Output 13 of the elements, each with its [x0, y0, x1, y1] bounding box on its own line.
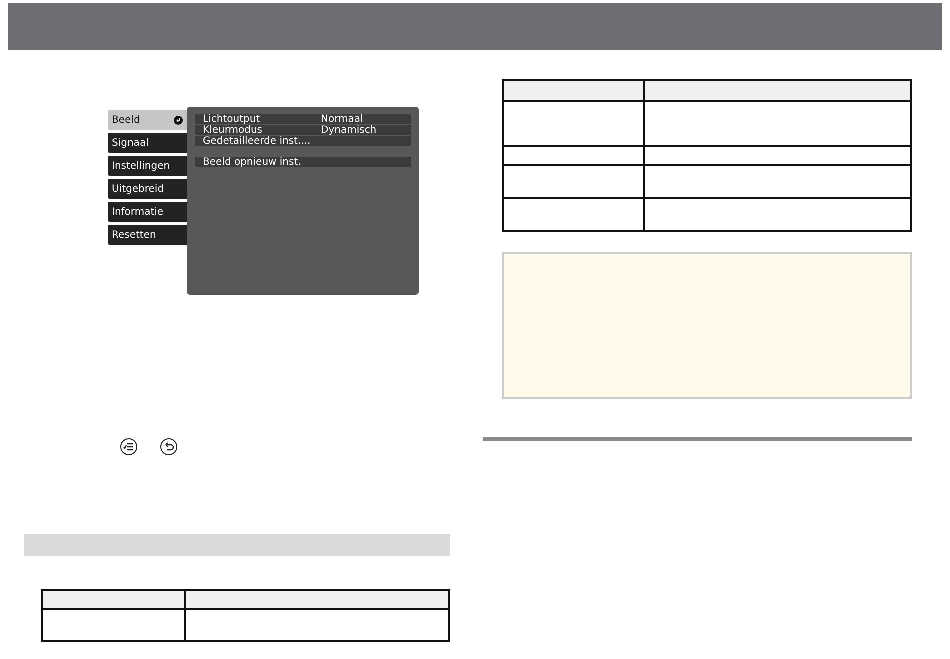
back-icon	[160, 438, 178, 456]
menu-item[interactable]: Kleurmodus Dynamisch	[195, 125, 411, 136]
menu-icon	[120, 438, 138, 456]
menu-tab[interactable]: Informatie	[108, 202, 187, 222]
menu-tab[interactable]: Beeld	[108, 110, 187, 130]
menu-item[interactable]: Lichtoutput Normaal	[195, 114, 411, 125]
menu-tab[interactable]: Instellingen	[108, 156, 187, 176]
menu-tab[interactable]: Uitgebreid	[108, 179, 187, 199]
menu-tab[interactable]: Resetten	[108, 225, 187, 245]
menu-item[interactable]: Beeld opnieuw inst.	[195, 157, 411, 168]
menu-tab[interactable]: Signaal	[108, 133, 187, 153]
enter-icon	[174, 116, 183, 124]
menu-item[interactable]: Gedetailleerde inst....	[195, 136, 411, 147]
